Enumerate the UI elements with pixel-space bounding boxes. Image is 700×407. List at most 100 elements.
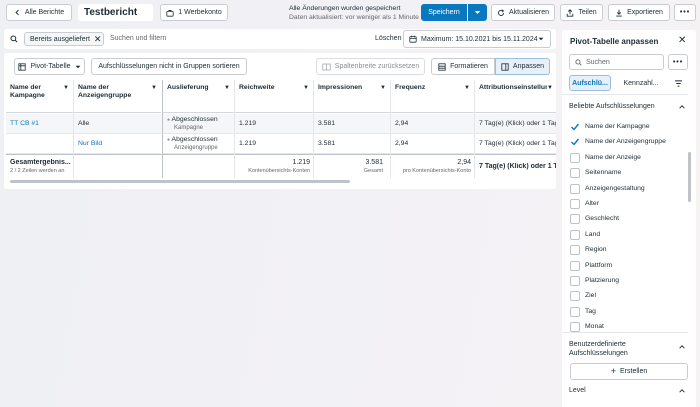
caret-down-icon[interactable]: ▼	[547, 84, 553, 92]
tab-breakdowns[interactable]: Aufschlü...	[569, 75, 611, 91]
back-button[interactable]: Alle Berichte	[6, 4, 72, 21]
save-button[interactable]: Speichern	[421, 4, 467, 21]
reset-column-width-button[interactable]: Spaltenbreite zurücksetzen	[316, 58, 425, 75]
column-header-adset[interactable]: Name der Anzeigengruppe ▼	[74, 80, 161, 113]
column-header-delivery[interactable]: Auslieferung ▼	[163, 80, 234, 113]
checkbox[interactable]	[570, 322, 580, 333]
clear-filters-link[interactable]: Löschen	[375, 35, 401, 42]
checkbox[interactable]	[570, 152, 580, 163]
breakdown-option-label: Geschlecht	[585, 215, 620, 223]
total-reach-sub: Kontenübersichts-Konten	[248, 168, 310, 174]
breakdown-option[interactable]: Platzierung	[562, 275, 688, 289]
total-attribution: 7 Tag(e) (Klick) oder 1 T...	[479, 163, 556, 170]
horizontal-scrollbar[interactable]	[10, 180, 350, 183]
sort-list-icon[interactable]	[674, 80, 683, 87]
checkbox-checked[interactable]	[570, 122, 580, 132]
cell-attribution: 7 Tag(e) (Klick) oder 1 Tag...	[475, 114, 556, 134]
checkbox[interactable]	[570, 168, 580, 179]
section-popular-breakdowns: Beliebte Aufschlüsselungen	[569, 103, 655, 110]
breakdown-option[interactable]: Anzeigengestaltung	[562, 183, 688, 197]
create-breakdown-button[interactable]: + Erstellen	[570, 363, 688, 380]
total-reach-cell: 1.219 Kontenübersichts-Konten	[235, 159, 313, 175]
caret-down-icon[interactable]: ▼	[63, 84, 69, 92]
filter-chip[interactable]: Bereits ausgeliefert ✕	[24, 32, 104, 46]
column-header-campaign[interactable]: Name der Kampagne ▼	[6, 80, 73, 113]
sidebar-search-input[interactable]: Suchen	[569, 54, 664, 70]
sort-toggle-button[interactable]: Aufschlüsselungen nicht in Gruppen sorti…	[91, 58, 247, 75]
plus-icon: +	[610, 366, 617, 376]
top-bar: Alle Berichte Testbericht 1 Werbekonto A…	[0, 0, 700, 26]
sidebar-more-button[interactable]: •••	[668, 54, 688, 70]
column-divider	[162, 80, 163, 178]
checkbox[interactable]	[570, 199, 580, 209]
breakdown-checkbox-list: Name der Kampagne Name der Anzeigengruppe…	[562, 121, 688, 333]
breakdown-option[interactable]: Name der Anzeigengruppe	[562, 136, 688, 150]
chevron-up-icon[interactable]	[679, 345, 685, 349]
delivery-sub: Anzeigengruppe	[174, 144, 218, 151]
tab-metrics[interactable]: Kennzahl...	[618, 75, 664, 91]
breakdown-option[interactable]: Name der Anzeige	[562, 152, 688, 166]
report-title[interactable]: Testbericht	[78, 4, 153, 21]
more-options-button[interactable]: •••	[674, 4, 696, 21]
pivot-view-dropdown[interactable]: Pivot-Tabelle	[14, 58, 85, 75]
checkbox[interactable]	[570, 183, 580, 194]
chevron-up-icon[interactable]	[679, 389, 685, 393]
chevron-up-icon[interactable]	[679, 105, 685, 109]
breakdown-option[interactable]: Tag	[562, 306, 688, 320]
share-button[interactable]: Teilen	[560, 4, 603, 21]
export-button[interactable]: Exportieren	[608, 4, 670, 21]
column-header-frequency[interactable]: Frequenz ▼	[391, 80, 474, 113]
customize-button[interactable]: Anpassen	[495, 58, 550, 75]
checkbox[interactable]	[570, 276, 580, 286]
close-icon[interactable]: ✕	[678, 35, 686, 46]
caret-down-icon[interactable]: ▼	[464, 84, 470, 92]
total-frequency-cell: 2,94 pro Kontenübersichts-Konto	[391, 159, 474, 175]
breakdown-option[interactable]: Monat	[562, 321, 688, 335]
cell-delivery: ● Abgeschlossen Anzeigengruppe	[163, 134, 234, 154]
checkbox-checked[interactable]	[570, 137, 580, 148]
checkbox[interactable]	[570, 260, 580, 271]
breakdown-option[interactable]: Land	[562, 229, 688, 243]
caret-down-icon[interactable]: ▼	[224, 84, 230, 92]
total-impressions-cell: 3.581 Gesamt	[314, 159, 386, 175]
customize-label: Anpassen	[512, 63, 545, 70]
total-frequency-sub: pro Kontenübersichts-Konto	[402, 168, 471, 174]
caret-down-icon[interactable]: ▼	[151, 84, 157, 92]
breakdown-option[interactable]: Ziel	[562, 290, 688, 304]
date-range-picker[interactable]: Maximum: 15.10.2021 bis 15.11.2024	[403, 30, 551, 48]
column-header-reach[interactable]: Reichweite ▼	[235, 80, 313, 113]
cell-adset[interactable]: Nur Bild	[74, 134, 161, 154]
breakdown-option[interactable]: Plattform	[562, 260, 688, 274]
cell-campaign[interactable]	[6, 134, 73, 154]
search-input[interactable]: Suchen und filtern	[110, 35, 166, 42]
column-header-impressions[interactable]: Impressionen ▼	[314, 80, 390, 113]
total-reach: 1.219	[292, 159, 310, 166]
breakdown-option[interactable]: Region	[562, 244, 688, 258]
checkbox[interactable]	[570, 291, 580, 302]
checkbox[interactable]	[570, 214, 580, 225]
breakdown-option[interactable]: Geschlecht	[562, 213, 688, 227]
column-header-attribution[interactable]: Attributionseinstellung ▼	[475, 80, 556, 113]
ad-account-button[interactable]: 1 Werbekonto	[160, 4, 228, 21]
cell-campaign[interactable]: TT CB #1	[6, 114, 73, 134]
sidebar-scrollbar[interactable]	[688, 152, 691, 202]
close-icon[interactable]: ✕	[94, 34, 102, 44]
section-custom-breakdowns: Benutzerdefinierte Aufschlüsselungen	[569, 340, 628, 358]
checkbox[interactable]	[570, 229, 580, 240]
export-label: Exportieren	[627, 9, 663, 16]
breakdown-option[interactable]: Alter	[562, 198, 688, 212]
breakdown-option[interactable]: Name der Kampagne	[562, 121, 688, 135]
caret-down-icon[interactable]: ▼	[303, 84, 309, 92]
caret-down-icon[interactable]: ▼	[380, 84, 386, 92]
column-header-label: Auslieferung	[167, 84, 209, 91]
refresh-button[interactable]: Aktualisieren	[491, 4, 555, 21]
total-impressions: 3.581	[365, 159, 383, 166]
search-icon	[575, 58, 582, 66]
checkbox[interactable]	[570, 245, 580, 256]
breakdown-option[interactable]: Seitenname	[562, 167, 688, 181]
save-status: Alle Änderungen wurden gespeichert Daten…	[289, 4, 419, 22]
column-header-label: Attributionseinstellung	[479, 84, 554, 91]
checkbox[interactable]	[570, 306, 580, 317]
save-options-dropdown[interactable]	[468, 4, 487, 21]
format-button[interactable]: Formatieren	[431, 58, 495, 75]
